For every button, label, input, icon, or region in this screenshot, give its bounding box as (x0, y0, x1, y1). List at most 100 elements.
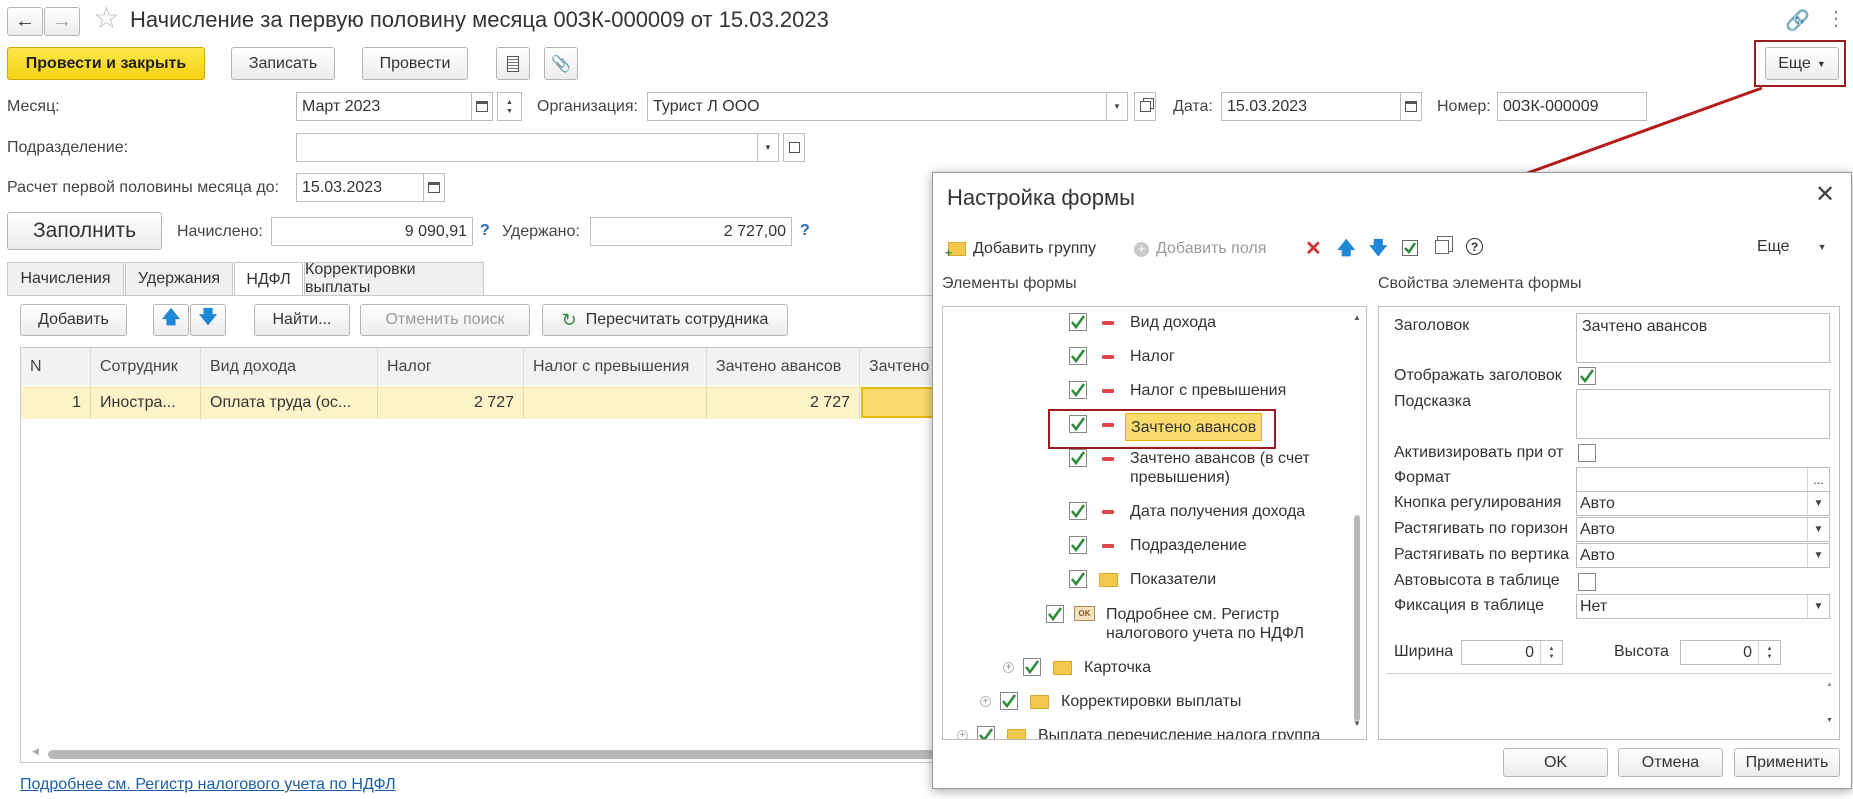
table-hscrollbar[interactable]: ◀ (32, 746, 1008, 759)
chevron-down-icon[interactable]: ▼ (1807, 595, 1829, 618)
prop-fixation-select[interactable]: Нет ▼ (1576, 594, 1830, 619)
scroll-thumb[interactable] (48, 750, 1008, 759)
tab-payment-corrections[interactable]: Корректировки выплаты (304, 261, 484, 296)
tree-checkbox[interactable] (1069, 570, 1087, 588)
move-down-button[interactable]: 🡇 (190, 304, 226, 336)
tree-scroll-thumb[interactable] (1354, 515, 1360, 721)
scroll-up-icon[interactable]: ▲ (1353, 313, 1361, 322)
expand-plus-icon[interactable]: + (957, 730, 968, 739)
star-icon[interactable]: ☆ (93, 4, 120, 34)
fill-button[interactable]: Заполнить (7, 212, 162, 250)
chevron-down-icon[interactable]: ▼ (1807, 544, 1829, 567)
tree-item-advances-excess[interactable]: Зачтено авансов (в счет (1130, 449, 1310, 468)
accrued-help-icon[interactable]: ? (480, 222, 490, 240)
org-open-button[interactable] (1134, 92, 1156, 121)
close-icon[interactable]: ✕ (1815, 183, 1835, 207)
tree-item-tax[interactable]: Налог (1130, 347, 1175, 366)
stepper-icon[interactable]: ▲ ▼ (1540, 641, 1562, 664)
menu-dots-icon[interactable]: ⋮ (1826, 6, 1846, 31)
tree-checkbox[interactable] (1069, 536, 1087, 554)
org-field[interactable]: Турист Л ООО (647, 92, 1107, 121)
prop-caption-field[interactable]: Зачтено авансов (1576, 313, 1830, 363)
add-group-button[interactable]: + Добавить группу (945, 238, 1096, 260)
ok-button[interactable]: OK (1503, 748, 1608, 777)
delete-icon[interactable]: ✕ (1305, 236, 1322, 261)
division-field[interactable] (296, 133, 758, 162)
tab-deductions[interactable]: Удержания (125, 262, 233, 295)
find-button[interactable]: Найти... (254, 304, 350, 336)
division-open-button[interactable] (783, 133, 805, 162)
table-cell[interactable]: Оплата труда (ос... (201, 386, 378, 419)
tree-checkbox[interactable] (1069, 347, 1087, 365)
report-button[interactable] (496, 47, 530, 80)
column-header-n[interactable]: N (21, 348, 91, 385)
column-header-employee[interactable]: Сотрудник (91, 348, 201, 385)
tree-item-income-date[interactable]: Дата получения дохода (1130, 502, 1305, 521)
expand-plus-icon[interactable]: + (1003, 662, 1014, 673)
table-cell[interactable]: 2 727 (707, 386, 860, 419)
month-stepper[interactable]: ▲ ▼ (497, 92, 522, 121)
tree-checkbox[interactable] (1046, 605, 1064, 623)
footer-register-link[interactable]: Подробнее см. Регистр налогового учета п… (20, 776, 396, 794)
add-fields-button[interactable]: + Добавить поля (1134, 238, 1266, 260)
prop-height-field[interactable]: 0 ▲ ▼ (1680, 640, 1781, 665)
apply-button[interactable]: Применить (1734, 748, 1840, 777)
attach-button[interactable]: 📎 (544, 47, 578, 80)
prop-stretch-v-select[interactable]: Авто ▼ (1576, 543, 1830, 568)
arrow-up-icon[interactable]: 🡅 (1337, 236, 1356, 266)
withheld-help-icon[interactable]: ? (800, 222, 810, 240)
add-row-button[interactable]: Добавить (20, 304, 127, 336)
save-button[interactable]: Записать (231, 47, 335, 80)
prop-adjust-button-select[interactable]: Авто ▼ (1576, 491, 1830, 516)
tree-item-register-link[interactable]: Подробнее см. Регистр (1106, 605, 1279, 624)
arrow-down-icon[interactable]: 🡇 (1369, 236, 1388, 266)
tree-item-card[interactable]: Карточка (1084, 658, 1151, 677)
more-button[interactable]: Еще ▼ (1765, 47, 1839, 80)
calc-until-field[interactable]: 15.03.2023 (296, 173, 424, 202)
tree-checkbox[interactable] (1069, 381, 1087, 399)
org-dropdown-button[interactable]: ▼ (1106, 92, 1128, 121)
post-button[interactable]: Провести (362, 47, 468, 80)
month-field[interactable]: Март 2023 (296, 92, 472, 121)
tree-checkbox[interactable] (1069, 449, 1087, 467)
calendar-button[interactable] (471, 92, 493, 121)
table-cell[interactable]: 1 (21, 386, 91, 419)
tree-checkbox[interactable] (1000, 692, 1018, 710)
tree-item-payment-corrections[interactable]: Корректировки выплаты (1061, 692, 1241, 711)
calc-calendar-button[interactable] (423, 173, 445, 202)
tree-checkbox[interactable] (977, 726, 995, 739)
cancel-search-button[interactable]: Отменить поиск (360, 304, 530, 336)
prop-show-caption-checkbox[interactable] (1578, 367, 1596, 385)
table-cell[interactable] (524, 386, 707, 419)
tree-item-division[interactable]: Подразделение (1130, 536, 1247, 555)
tab-ndfl[interactable]: НДФЛ (234, 262, 303, 296)
tab-accruals[interactable]: Начисления (7, 262, 124, 295)
tree-item-indicators[interactable]: Показатели (1130, 570, 1216, 589)
prop-width-field[interactable]: 0 ▲ ▼ (1461, 640, 1563, 665)
help-circle-icon[interactable]: ? (1466, 238, 1483, 255)
division-dropdown-button[interactable]: ▼ (757, 133, 779, 162)
column-header-tax-excess[interactable]: Налог с превышения (524, 348, 707, 385)
recalc-employee-button[interactable]: ↻ Пересчитать сотрудника (542, 304, 788, 336)
tree-item-tax-payment-group[interactable]: Выплата перечисление налога группа (1038, 726, 1320, 739)
prop-stretch-h-select[interactable]: Авто ▼ (1576, 517, 1830, 542)
column-header-tax[interactable]: Налог (378, 348, 524, 385)
column-header-income-type[interactable]: Вид дохода (201, 348, 378, 385)
link-icon[interactable]: 🔗 (1785, 8, 1810, 33)
prop-format-field[interactable]: ... (1576, 467, 1830, 492)
check-all-icon[interactable] (1402, 240, 1418, 256)
table-cell[interactable]: 2 727 (378, 386, 524, 419)
column-header-advances-offset[interactable]: Зачтено авансов (707, 348, 860, 385)
chevron-down-icon[interactable]: ▼ (1807, 492, 1829, 515)
props-scroll-up-icon[interactable]: ▲ (1826, 681, 1833, 688)
copy-icon[interactable] (1435, 240, 1449, 254)
tree-checkbox[interactable] (1069, 502, 1087, 520)
chevron-down-icon[interactable]: ▼ (1807, 518, 1829, 541)
table-cell[interactable]: Иностра... (91, 386, 201, 419)
tree-checkbox[interactable] (1023, 658, 1041, 676)
expand-plus-icon[interactable]: + (980, 696, 991, 707)
tree-item-income-type[interactable]: Вид дохода (1130, 313, 1216, 332)
post-and-close-button[interactable]: Провести и закрыть (7, 47, 205, 80)
tree-checkbox[interactable] (1069, 415, 1087, 433)
back-button[interactable]: ← (7, 7, 43, 36)
